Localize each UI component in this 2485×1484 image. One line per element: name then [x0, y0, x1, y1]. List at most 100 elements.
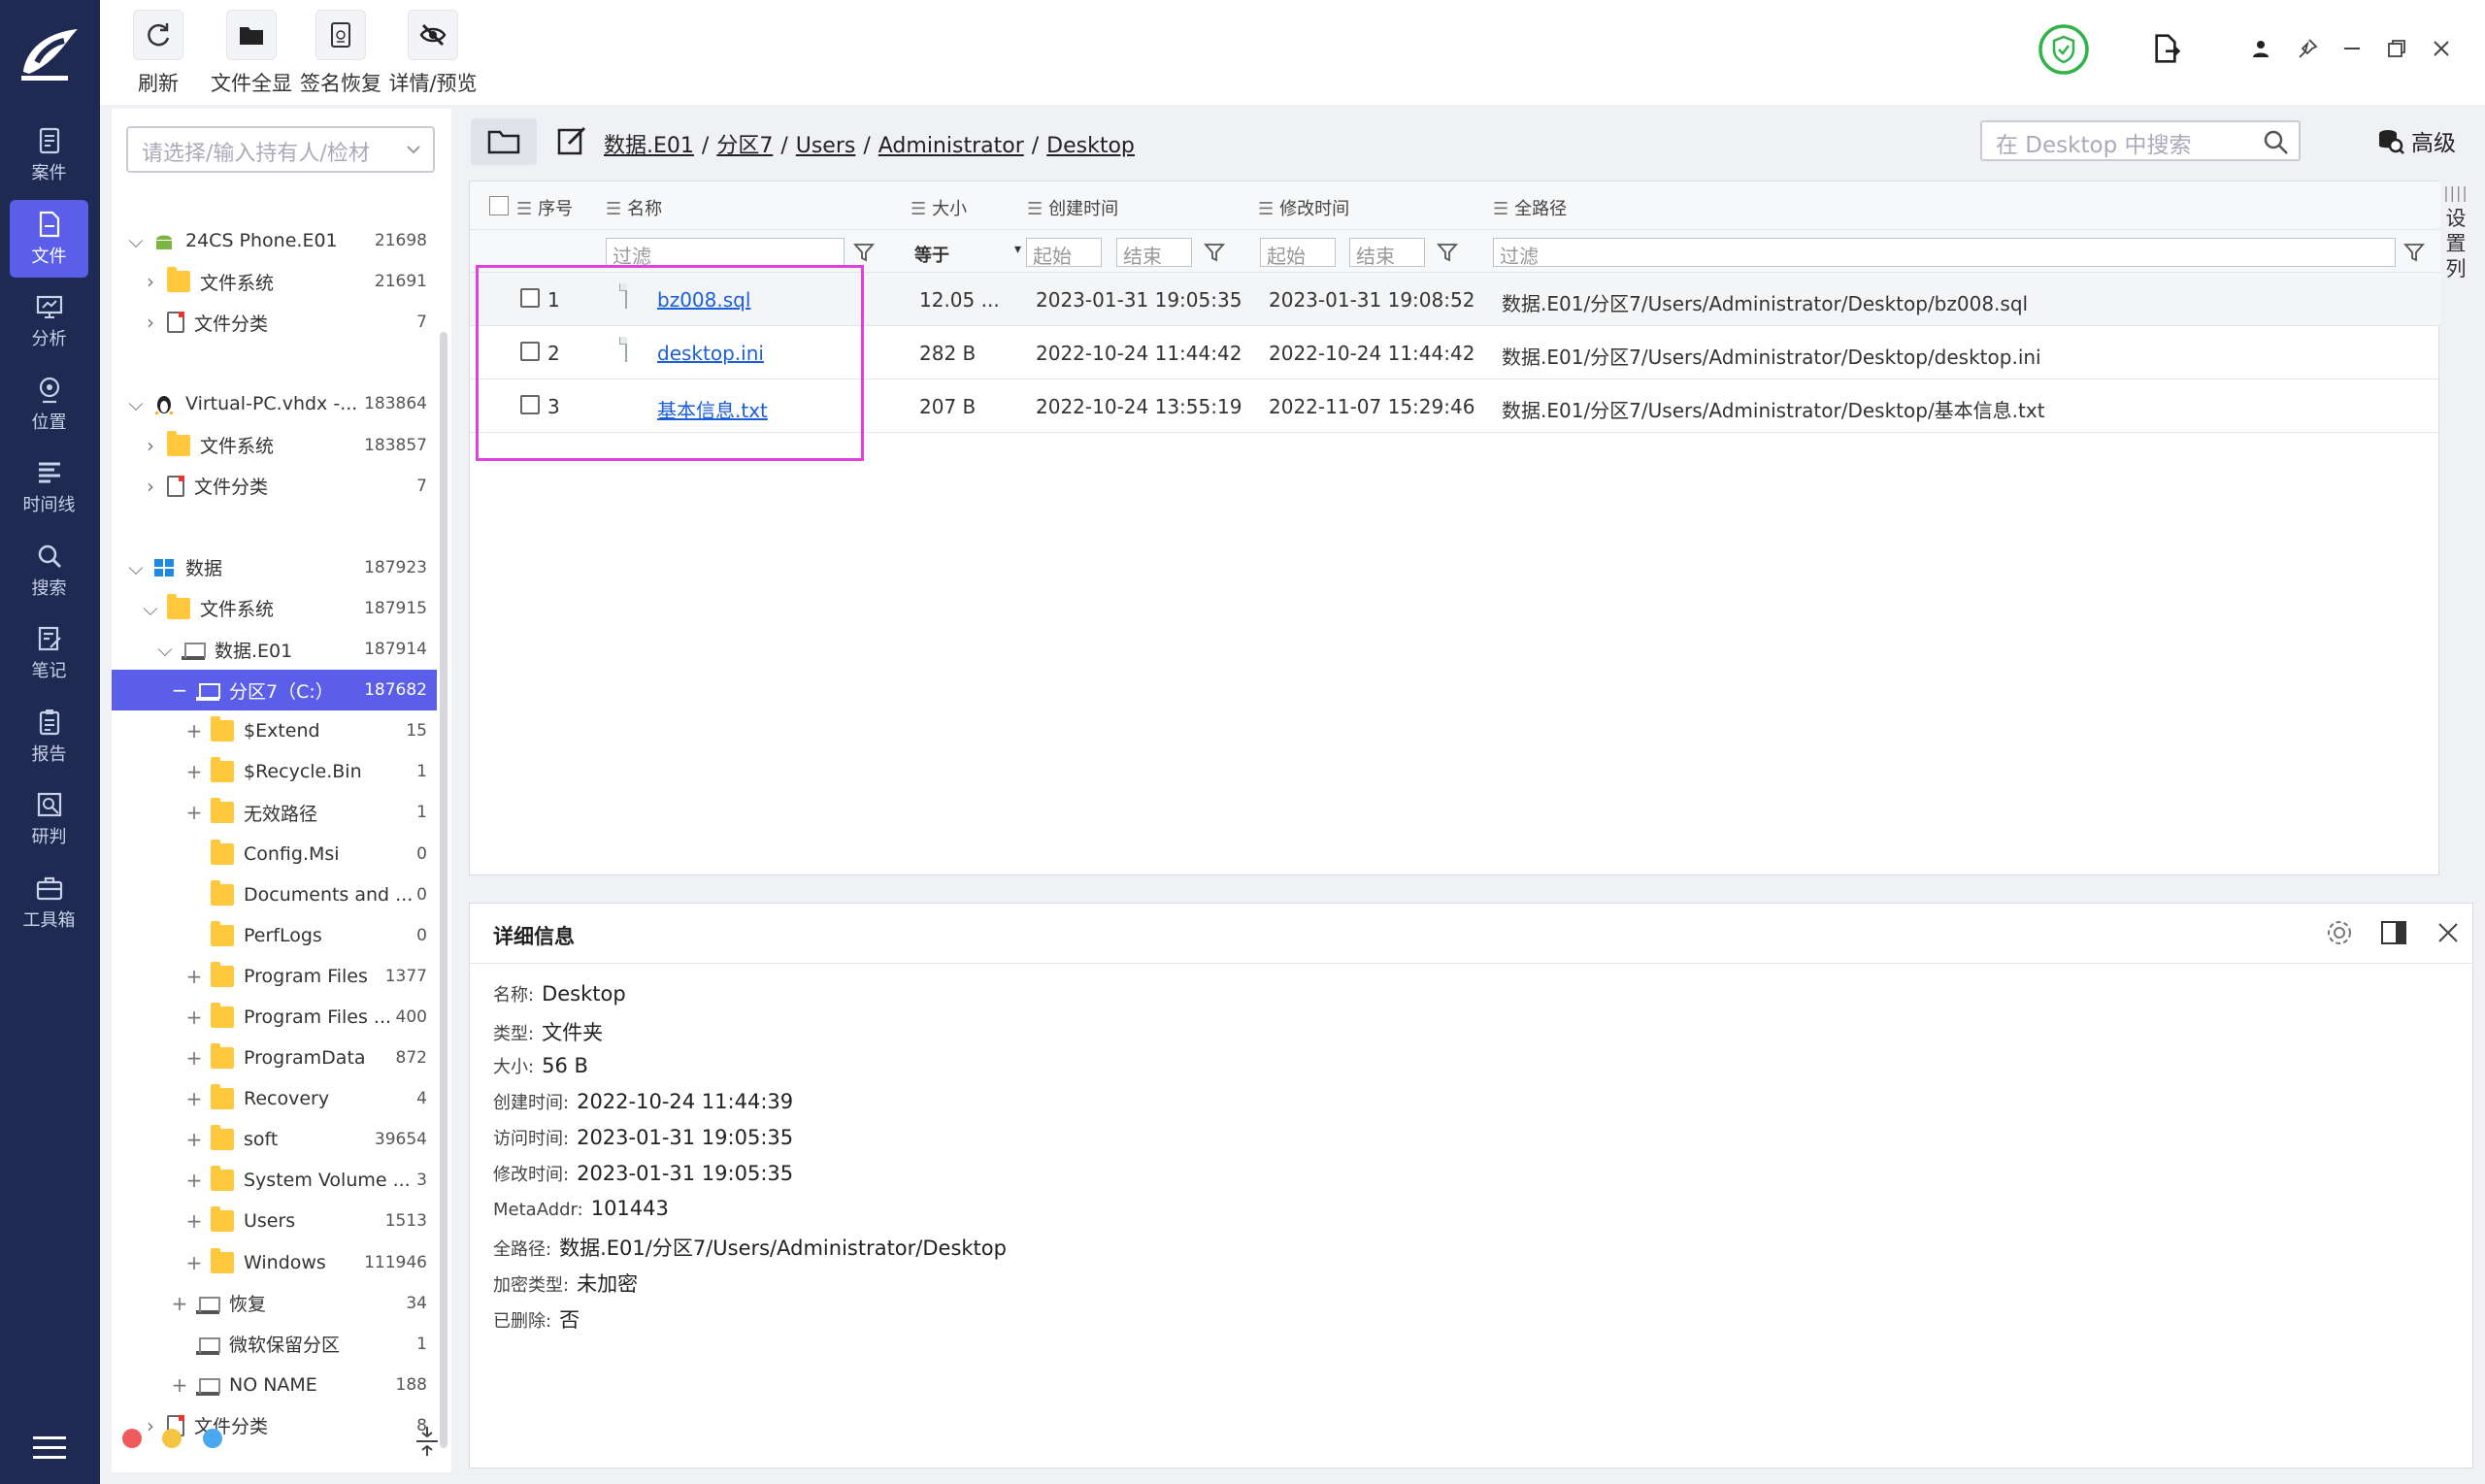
breadcrumb-item[interactable]: Desktop: [1046, 134, 1135, 158]
split-panel-icon[interactable]: [2378, 917, 2409, 948]
file-name-link[interactable]: bz008.sql: [657, 288, 750, 312]
filter-icon[interactable]: [853, 242, 875, 263]
tree-toggle[interactable]: +: [183, 801, 205, 824]
tree-toggle[interactable]: ⌵: [154, 638, 176, 661]
file-name-link[interactable]: desktop.ini: [657, 342, 764, 365]
directory-search-input[interactable]: 在 Desktop 中搜索: [1980, 120, 2301, 161]
tree-node[interactable]: + 无效路径 1: [112, 792, 437, 833]
column-header-created[interactable]: ☰ 创建时间: [1027, 195, 1118, 220]
tree-toggle[interactable]: +: [183, 1046, 205, 1070]
tree-toggle[interactable]: +: [183, 1169, 205, 1192]
tree-toggle[interactable]: +: [169, 1373, 190, 1397]
tree-toggle[interactable]: +: [183, 760, 205, 783]
breadcrumb-item[interactable]: Administrator: [878, 134, 1024, 158]
tree-toggle[interactable]: −: [169, 678, 190, 702]
tree-node[interactable]: + System Volume ... 3: [112, 1160, 437, 1201]
tree-toggle[interactable]: +: [183, 1087, 205, 1110]
detail-preview-button[interactable]: 详情/预览: [375, 10, 491, 102]
export-file-button[interactable]: [2146, 29, 2185, 68]
tree-scrollbar[interactable]: [440, 332, 447, 1448]
tree-node[interactable]: ⌵ 数据.E01 187914: [112, 629, 437, 670]
select-all-checkbox[interactable]: [489, 196, 509, 215]
table-row[interactable]: 3 基本信息.txt 207 B 2022-10-24 13:55:19 2022-11…: [470, 379, 2440, 433]
filter-icon[interactable]: [1204, 242, 1225, 263]
tree-toggle[interactable]: ›: [140, 475, 161, 498]
nav-item-judge[interactable]: 研判: [10, 780, 88, 858]
fullpath-filter-input[interactable]: 过滤: [1493, 238, 2396, 268]
row-checkbox[interactable]: [520, 288, 540, 308]
close-window-button[interactable]: [2422, 29, 2461, 68]
tree-toggle[interactable]: ›: [140, 311, 161, 334]
gear-icon[interactable]: [2324, 917, 2355, 948]
tree-toggle[interactable]: ⌵: [125, 229, 147, 252]
security-shield-button[interactable]: [2038, 23, 2090, 76]
created-end-input[interactable]: 结束: [1116, 238, 1192, 268]
tree-toggle[interactable]: +: [183, 965, 205, 988]
collapse-expand-icon[interactable]: [413, 1425, 442, 1458]
tree-node[interactable]: + Users 1513: [112, 1201, 437, 1241]
nav-item-timeline[interactable]: 时间线: [10, 448, 88, 526]
tree-node[interactable]: PerfLogs 0: [112, 915, 437, 956]
tree-node[interactable]: + 恢复 34: [112, 1283, 437, 1324]
nav-item-location[interactable]: 位置: [10, 366, 88, 444]
tree-node[interactable]: + $Recycle.Bin 1: [112, 751, 437, 792]
tree-toggle[interactable]: ⌵: [140, 597, 161, 620]
tree-toggle[interactable]: ⌵: [125, 392, 147, 415]
modified-end-input[interactable]: 结束: [1349, 238, 1425, 268]
tree-node[interactable]: Documents and ... 0: [112, 874, 437, 915]
tree-toggle[interactable]: ›: [140, 270, 161, 293]
tree-toggle[interactable]: +: [183, 1006, 205, 1029]
tree-node[interactable]: ⌵ 24CS Phone.E01 21698: [112, 220, 437, 261]
advanced-search-button[interactable]: 高级: [2376, 124, 2456, 157]
tree-node[interactable]: + ProgramData 872: [112, 1038, 437, 1078]
nav-item-report[interactable]: 报告: [10, 698, 88, 775]
tree-toggle[interactable]: ⌵: [125, 556, 147, 579]
tree-node[interactable]: + $Extend 15: [112, 710, 437, 751]
created-start-input[interactable]: 起始: [1026, 238, 1102, 268]
close-icon[interactable]: [2433, 917, 2464, 948]
nav-item-note[interactable]: 笔记: [10, 614, 88, 692]
tree-node[interactable]: › 文件分类 7: [112, 302, 437, 343]
tree-toggle[interactable]: +: [169, 1292, 190, 1315]
tree-node[interactable]: − 分区7（C:） 187682: [112, 670, 437, 711]
folder-view-button[interactable]: [471, 118, 537, 165]
breadcrumb-item[interactable]: 分区7: [716, 134, 773, 158]
modified-start-input[interactable]: 起始: [1260, 238, 1336, 268]
tree-toggle[interactable]: +: [183, 1209, 205, 1233]
owner-evidence-selector[interactable]: 请选择/输入持有人/检材: [126, 126, 435, 173]
pin-window-button[interactable]: [2288, 29, 2327, 68]
filter-icon[interactable]: [2403, 242, 2425, 263]
tree-toggle[interactable]: ›: [140, 434, 161, 457]
row-checkbox[interactable]: [520, 342, 540, 361]
hamburger-menu-icon[interactable]: [33, 1435, 66, 1462]
filter-icon[interactable]: [1437, 242, 1458, 263]
breadcrumb-item[interactable]: 数据.E01: [604, 134, 694, 158]
table-row[interactable]: 1 bz008.sql 12.05 ... 2023-01-31 19:05:35 20…: [470, 273, 2440, 326]
minimize-button[interactable]: [2333, 29, 2371, 68]
tree-node[interactable]: + Program Files ... 400: [112, 997, 437, 1038]
row-checkbox[interactable]: [520, 395, 540, 414]
tree-node[interactable]: + soft 39654: [112, 1119, 437, 1160]
tree-node[interactable]: › 文件系统 183857: [112, 425, 437, 466]
column-header-seq[interactable]: ☰ 序号: [516, 195, 573, 220]
nav-item-toolbox[interactable]: 工具箱: [10, 864, 88, 941]
column-settings-button[interactable]: |||| 设置列: [2440, 181, 2471, 365]
nav-item-case[interactable]: 案件: [10, 116, 88, 194]
column-header-name[interactable]: ☰ 名称: [606, 195, 662, 220]
column-header-fullpath[interactable]: ☰ 全路径: [1493, 195, 1567, 220]
tree-node[interactable]: › 文件分类 7: [112, 466, 437, 507]
nav-item-analysis[interactable]: 分析: [10, 282, 88, 360]
size-operator-select[interactable]: 等于: [914, 242, 1021, 267]
tree-node[interactable]: + Program Files 1377: [112, 956, 437, 997]
restore-button[interactable]: [2377, 29, 2416, 68]
tree-node[interactable]: ⌵ Virtual-PC.vhdx -... 183864: [112, 383, 437, 424]
tree-toggle[interactable]: ›: [140, 1414, 161, 1437]
tree-toggle[interactable]: +: [183, 1128, 205, 1151]
nav-item-file[interactable]: 文件: [10, 199, 88, 278]
tree-node[interactable]: + Windows 111946: [112, 1242, 437, 1283]
tree-node[interactable]: Config.Msi 0: [112, 834, 437, 874]
column-header-size[interactable]: ☰ 大小: [911, 195, 967, 220]
table-row[interactable]: 2 desktop.ini 282 B 2022-10-24 11:44:42 2022…: [470, 326, 2440, 379]
tree-node[interactable]: › 文件分类 8: [112, 1405, 437, 1446]
tree-toggle[interactable]: +: [183, 719, 205, 742]
